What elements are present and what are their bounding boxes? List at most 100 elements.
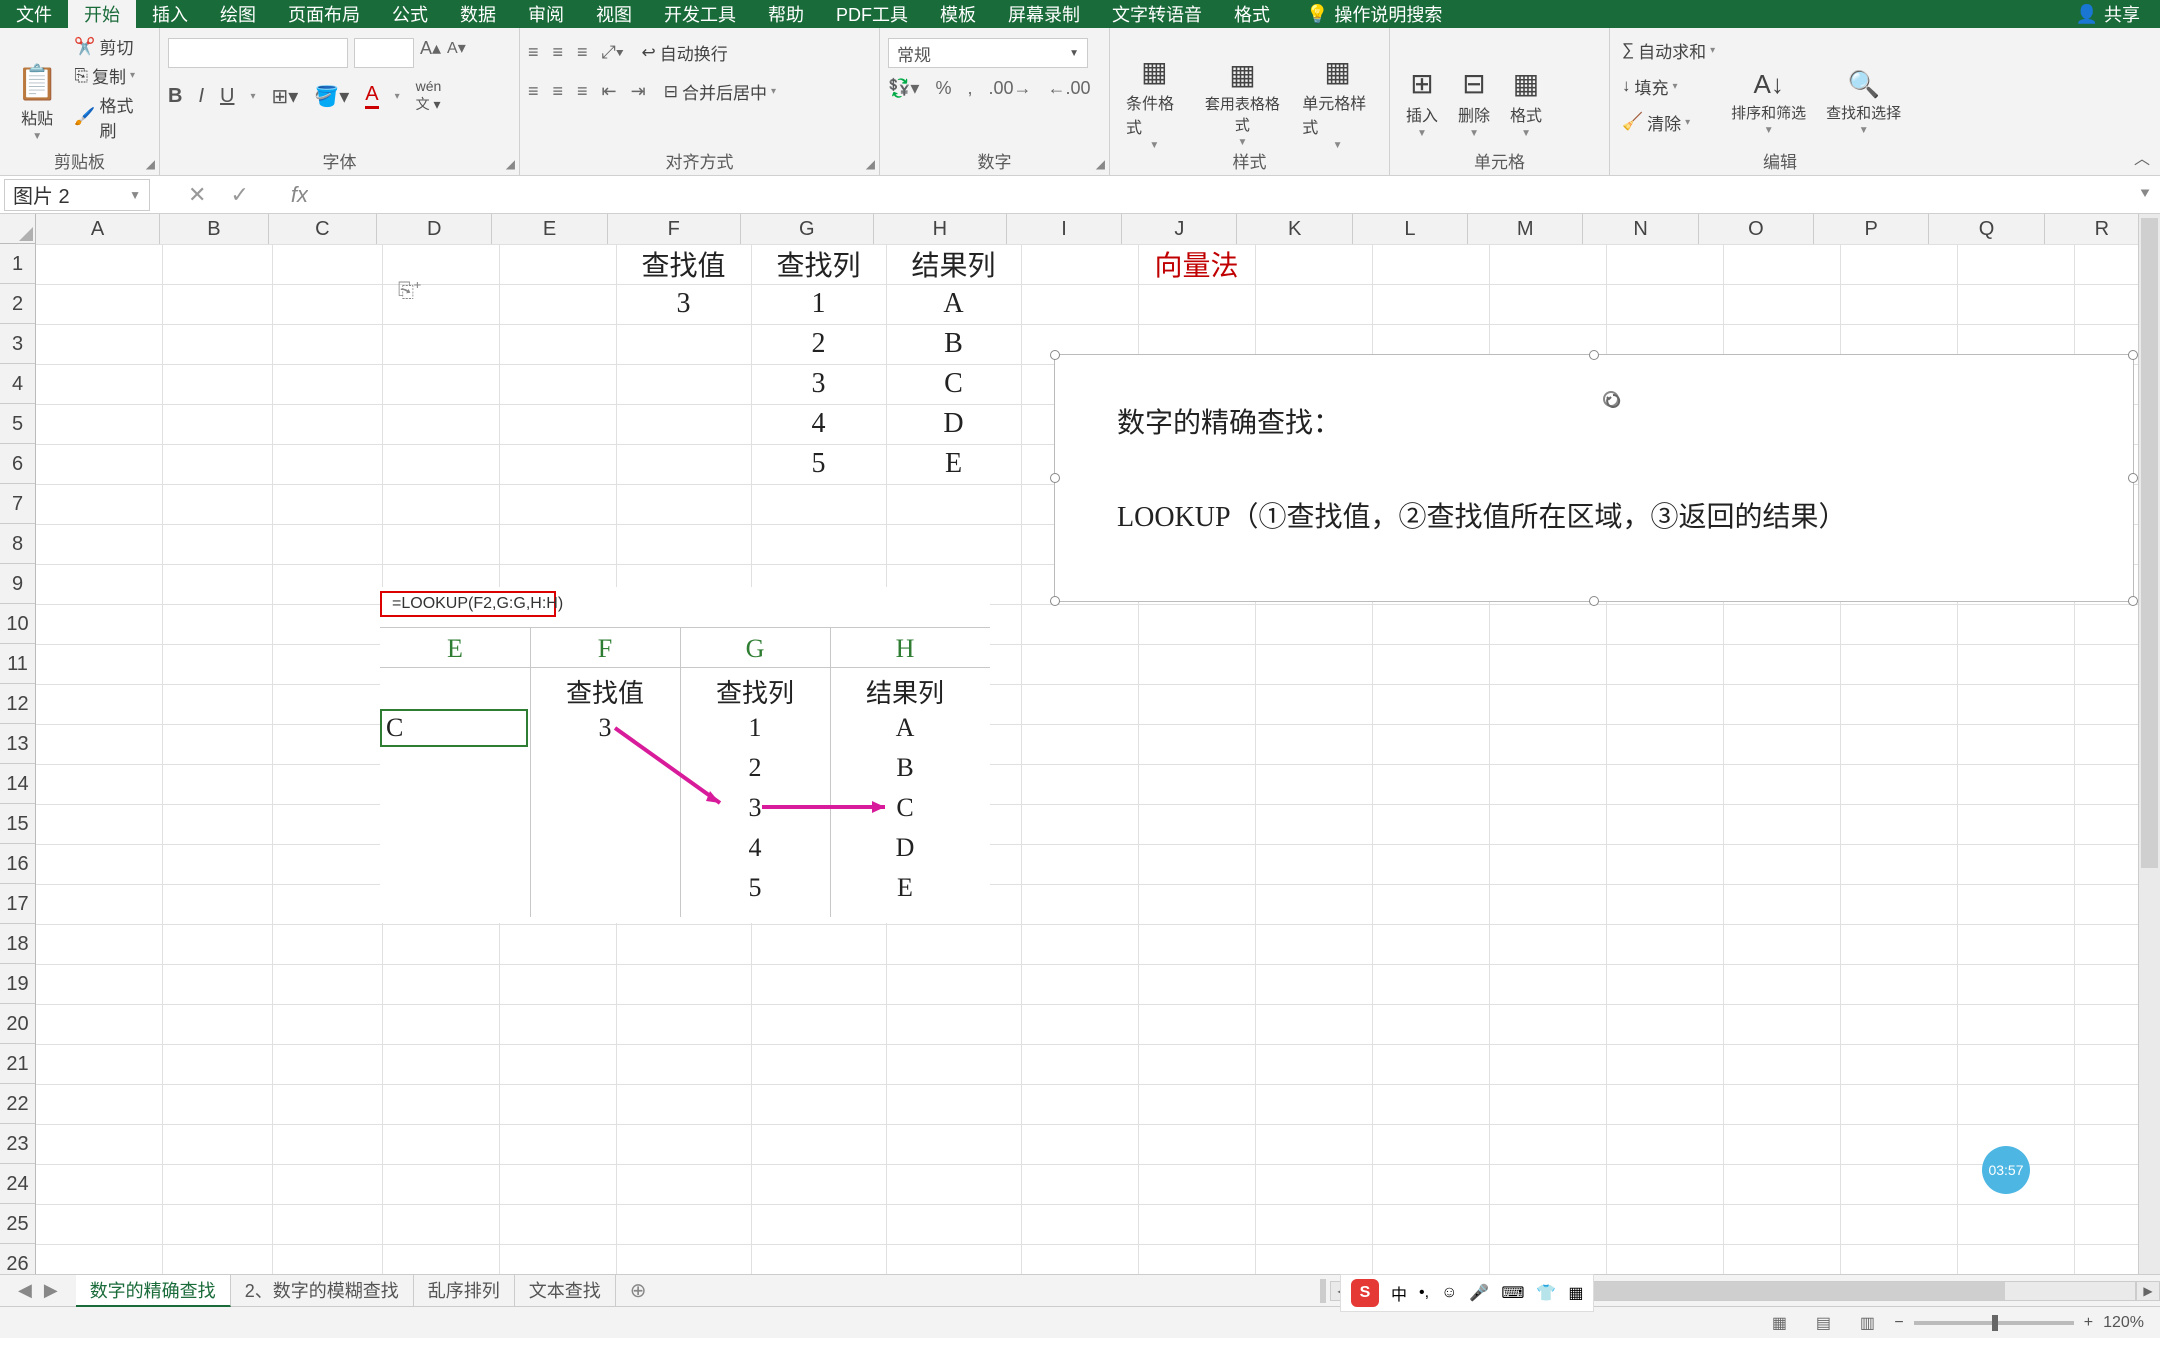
- row-header-20[interactable]: 20: [0, 1004, 35, 1044]
- ime-toolbar[interactable]: S 中 •, ☺ 🎤 ⌨ 👕 ▦: [1340, 1274, 1594, 1312]
- row-header-22[interactable]: 22: [0, 1084, 35, 1124]
- cell-G5[interactable]: 4: [751, 404, 886, 444]
- cell-F1[interactable]: 查找值: [616, 244, 751, 284]
- merge-center-button[interactable]: ⊟合并后居中▾: [660, 77, 780, 106]
- font-dialog-icon[interactable]: ◢: [506, 157, 515, 171]
- col-header-E[interactable]: E: [492, 214, 607, 244]
- ime-skin-icon[interactable]: 👕: [1536, 1283, 1556, 1303]
- tab-view[interactable]: 视图: [580, 0, 648, 28]
- clear-button[interactable]: 🧹清除▾: [1618, 108, 1719, 137]
- col-header-F[interactable]: F: [608, 214, 741, 244]
- align-right-icon[interactable]: ≡: [577, 81, 588, 102]
- alignment-dialog-icon[interactable]: ◢: [866, 157, 875, 171]
- align-left-icon[interactable]: ≡: [528, 81, 539, 102]
- orientation-icon[interactable]: ⤢▾: [602, 42, 624, 63]
- tab-format[interactable]: 格式: [1218, 0, 1286, 28]
- zoom-out-icon[interactable]: −: [1894, 1314, 1903, 1332]
- formula-input[interactable]: [308, 179, 2130, 211]
- row-header-15[interactable]: 15: [0, 804, 35, 844]
- cell-H6[interactable]: E: [886, 444, 1021, 484]
- hscroll-right-icon[interactable]: ▶: [2136, 1281, 2160, 1301]
- decrease-decimal-icon[interactable]: ←.00: [1048, 78, 1091, 99]
- sheet-prev-icon[interactable]: ◀: [18, 1280, 32, 1301]
- expand-formula-icon[interactable]: ⯆: [2130, 186, 2160, 204]
- wrap-text-button[interactable]: ↩自动换行: [638, 38, 732, 67]
- tab-draw[interactable]: 绘图: [204, 0, 272, 28]
- ime-lang[interactable]: 中: [1391, 1281, 1407, 1305]
- rotate-handle-icon[interactable]: [1603, 391, 1619, 407]
- row-header-4[interactable]: 4: [0, 364, 35, 404]
- autosum-button[interactable]: ∑自动求和▾: [1618, 36, 1719, 65]
- font-color-button[interactable]: A: [365, 83, 378, 109]
- row-header-21[interactable]: 21: [0, 1044, 35, 1084]
- cell-F2[interactable]: 3: [616, 284, 751, 324]
- ime-voice-icon[interactable]: 🎤: [1469, 1283, 1489, 1303]
- col-header-L[interactable]: L: [1353, 214, 1468, 244]
- recording-badge[interactable]: 03:57: [1982, 1146, 2030, 1194]
- cell-G6[interactable]: 5: [751, 444, 886, 484]
- tab-template[interactable]: 模板: [924, 0, 992, 28]
- number-dialog-icon[interactable]: ◢: [1096, 157, 1105, 171]
- tab-screenrec[interactable]: 屏幕录制: [992, 0, 1096, 28]
- cell-H4[interactable]: C: [886, 364, 1021, 404]
- resize-handle-e[interactable]: [2128, 473, 2138, 483]
- currency-icon[interactable]: 💱▾: [888, 78, 919, 99]
- sheet-tab-2[interactable]: 2、数字的模糊查找: [231, 1275, 414, 1307]
- select-all-corner[interactable]: [0, 214, 36, 244]
- add-sheet-button[interactable]: ⊕: [616, 1278, 661, 1303]
- col-header-M[interactable]: M: [1468, 214, 1583, 244]
- ime-tool-icon[interactable]: ▦: [1568, 1283, 1583, 1303]
- col-header-A[interactable]: A: [36, 214, 160, 244]
- percent-icon[interactable]: %: [935, 78, 951, 99]
- row-header-11[interactable]: 11: [0, 644, 35, 684]
- cell-G2[interactable]: 1: [751, 284, 886, 324]
- sheet-tab-3[interactable]: 乱序排列: [414, 1275, 515, 1307]
- row-header-18[interactable]: 18: [0, 924, 35, 964]
- collapse-ribbon-icon[interactable]: ︿: [2134, 145, 2150, 169]
- align-center-icon[interactable]: ≡: [553, 81, 564, 102]
- col-header-P[interactable]: P: [1814, 214, 1929, 244]
- row-header-17[interactable]: 17: [0, 884, 35, 924]
- resize-handle-nw[interactable]: [1050, 350, 1060, 360]
- cell-H5[interactable]: D: [886, 404, 1021, 444]
- text-box-shape[interactable]: 数字的精确查找： LOOKUP（①查找值，②查找值所在区域，③返回的结果）: [1054, 354, 2134, 602]
- col-header-O[interactable]: O: [1699, 214, 1814, 244]
- tab-insert[interactable]: 插入: [136, 0, 204, 28]
- zoom-in-icon[interactable]: +: [2084, 1314, 2093, 1332]
- sheet-tab-1[interactable]: 数字的精确查找: [76, 1275, 231, 1307]
- row-header-16[interactable]: 16: [0, 844, 35, 884]
- fill-color-button[interactable]: 🪣▾: [314, 84, 349, 109]
- col-header-Q[interactable]: Q: [1929, 214, 2044, 244]
- sheet-next-icon[interactable]: ▶: [44, 1280, 58, 1301]
- row-header-8[interactable]: 8: [0, 524, 35, 564]
- zoom-slider[interactable]: [1914, 1321, 2074, 1325]
- bold-button[interactable]: B: [168, 85, 182, 108]
- cell-H1[interactable]: 结果列: [886, 244, 1021, 284]
- font-family-select[interactable]: [168, 38, 348, 68]
- sheet-tab-4[interactable]: 文本查找: [515, 1275, 616, 1307]
- resize-handle-s[interactable]: [1589, 596, 1599, 606]
- font-size-select[interactable]: [354, 38, 414, 68]
- row-header-10[interactable]: 10: [0, 604, 35, 644]
- sheet-nav[interactable]: ◀▶: [0, 1280, 76, 1301]
- row-header-5[interactable]: 5: [0, 404, 35, 444]
- underline-button[interactable]: U: [220, 85, 234, 108]
- format-painter-button[interactable]: 🖌️格式刷: [70, 90, 151, 144]
- indent-decrease-icon[interactable]: ⇤: [602, 81, 617, 102]
- col-header-J[interactable]: J: [1122, 214, 1237, 244]
- row-header-23[interactable]: 23: [0, 1124, 35, 1164]
- col-header-K[interactable]: K: [1237, 214, 1352, 244]
- border-button[interactable]: ⊞▾: [272, 84, 299, 109]
- tab-formulas[interactable]: 公式: [376, 0, 444, 28]
- indent-increase-icon[interactable]: ⇥: [631, 81, 646, 102]
- cell-G4[interactable]: 3: [751, 364, 886, 404]
- tab-file[interactable]: 文件: [0, 0, 68, 28]
- tab-pagelayout[interactable]: 页面布局: [272, 0, 376, 28]
- resize-handle-n[interactable]: [1589, 350, 1599, 360]
- tab-home[interactable]: 开始: [68, 0, 136, 28]
- align-top-icon[interactable]: ≡: [528, 42, 539, 63]
- fill-button[interactable]: ↓填充▾: [1618, 72, 1719, 101]
- row-header-13[interactable]: 13: [0, 724, 35, 764]
- namebox-dropdown-icon[interactable]: ▼: [129, 188, 141, 202]
- row-header-14[interactable]: 14: [0, 764, 35, 804]
